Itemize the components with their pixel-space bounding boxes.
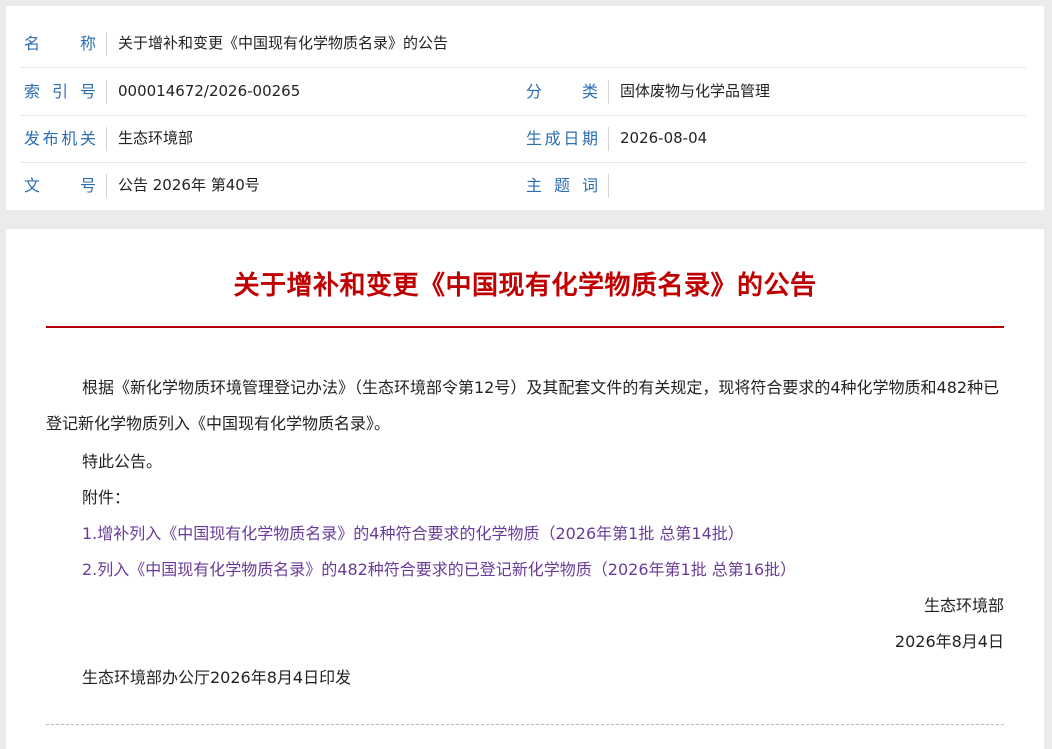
footer-divider — [46, 724, 1004, 725]
meta-row-date: 生成日期 2026-08-04 — [522, 115, 1026, 163]
meta-row-category: 分类 固体废物与化学品管理 — [522, 68, 1026, 116]
signature-issuer: 生态环境部 — [923, 596, 1004, 615]
article-content: 关于增补和变更《中国现有化学物质名录》的公告 根据《新化学物质环境管理登记办法》… — [6, 229, 1044, 749]
meta-value-date: 2026-08-04 — [620, 129, 708, 147]
article-body-paragraph: 根据《新化学物质环境管理登记办法》（生态环境部令第12号）及其配套文件的有关规定… — [46, 378, 1000, 433]
meta-row-name: 名称 关于增补和变更《中国现有化学物质名录》的公告 — [20, 20, 1026, 68]
meta-label-issuer: 发布机关 — [24, 129, 96, 148]
meta-row-index: 索引号 000014672/2026-00265 — [20, 68, 524, 116]
meta-value-issuer: 生态环境部 — [118, 129, 194, 147]
meta-value-doc-no: 公告 2026年 第40号 — [118, 176, 260, 194]
document-metadata-panel: 名称 关于增补和变更《中国现有化学物质名录》的公告 索引号 000014672/… — [6, 6, 1044, 210]
meta-separator — [106, 174, 107, 198]
title-divider — [46, 326, 1004, 328]
signature-date: 2026年8月4日 — [894, 632, 1004, 651]
meta-value-index: 000014672/2026-00265 — [118, 82, 301, 100]
meta-label-index: 索引号 — [24, 82, 96, 101]
issued-by-footer: 生态环境部办公厅2026年8月4日印发 — [82, 668, 352, 687]
meta-label-category: 分类 — [526, 82, 598, 101]
article-title: 关于增补和变更《中国现有化学物质名录》的公告 — [233, 271, 817, 301]
attachments-label: 附件： — [82, 488, 131, 507]
meta-separator — [106, 80, 107, 104]
article-notice: 特此公告。 — [82, 452, 163, 471]
meta-separator — [106, 32, 107, 56]
meta-label-doc-no: 文号 — [24, 176, 96, 195]
meta-separator — [608, 127, 609, 151]
meta-value-name: 关于增补和变更《中国现有化学物质名录》的公告 — [118, 34, 449, 52]
meta-value-category: 固体废物与化学品管理 — [620, 82, 771, 100]
attachment-link-2[interactable]: 2.列入《中国现有化学物质名录》的482种符合要求的已登记新化学物质（2026年… — [82, 552, 796, 588]
meta-row-doc-no: 文号 公告 2026年 第40号 — [20, 162, 524, 209]
meta-separator — [608, 174, 609, 198]
meta-row-issuer: 发布机关 生态环境部 — [20, 115, 524, 163]
meta-label-date: 生成日期 — [526, 129, 598, 148]
meta-label-name: 名称 — [24, 34, 96, 53]
meta-separator — [608, 80, 609, 104]
meta-label-subject: 主题词 — [526, 176, 598, 195]
meta-separator — [106, 127, 107, 151]
meta-row-subject: 主题词 — [522, 162, 1026, 209]
attachment-link-1[interactable]: 1.增补列入《中国现有化学物质名录》的4种符合要求的化学物质（2026年第1批 … — [82, 516, 744, 552]
